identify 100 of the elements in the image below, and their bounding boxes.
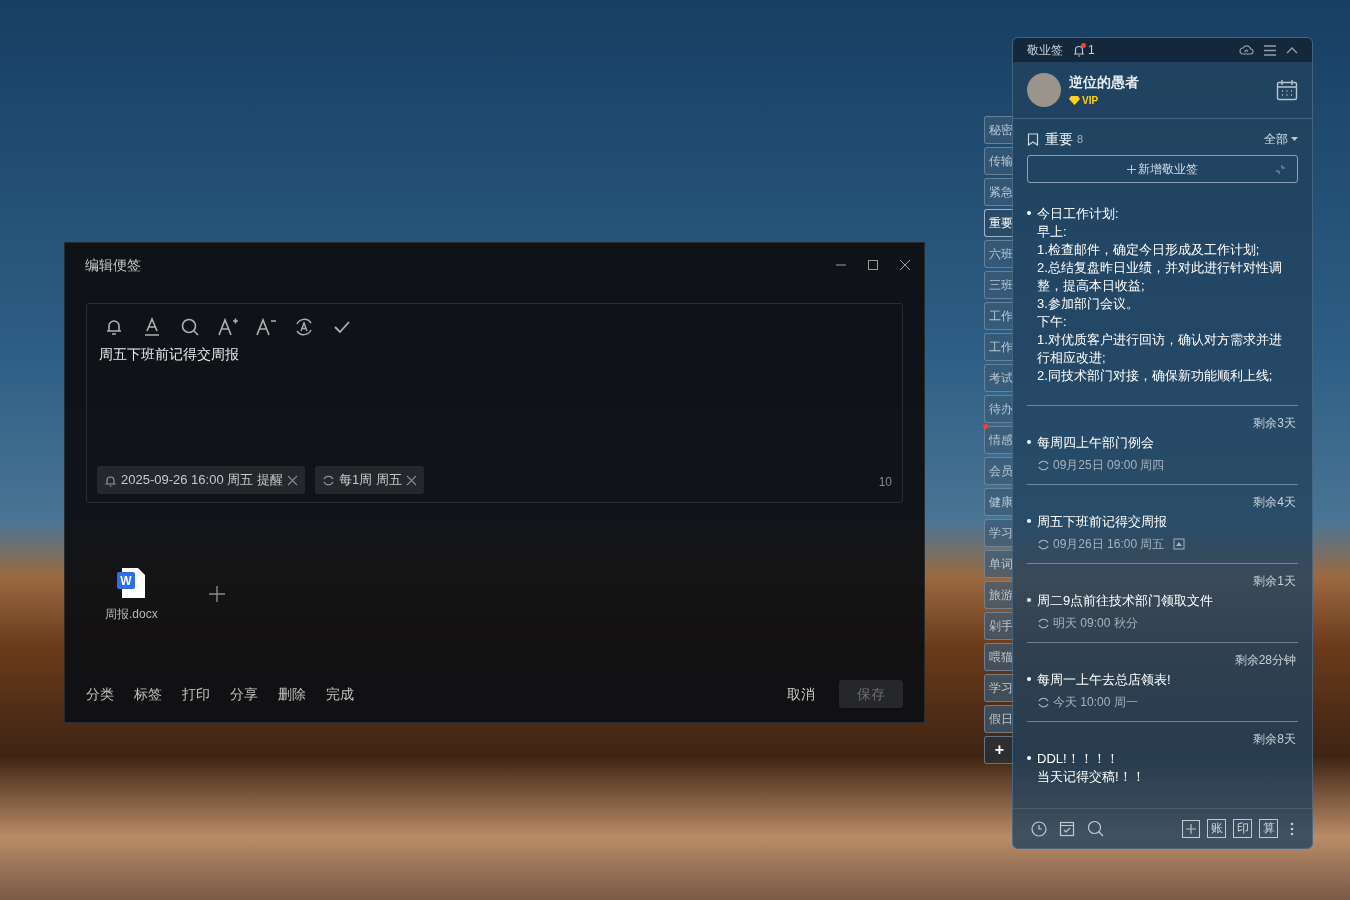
diamond-icon <box>1069 96 1080 105</box>
note-text[interactable]: 今日工作计划: <box>1037 205 1292 223</box>
category-tab[interactable]: 健康 <box>984 488 1014 516</box>
add-icon[interactable] <box>207 585 226 603</box>
avatar[interactable] <box>1027 73 1061 107</box>
category-tab[interactable]: 学习 <box>984 674 1014 702</box>
close-icon[interactable] <box>286 474 298 486</box>
repeat-icon <box>1037 695 1050 709</box>
category-tab[interactable]: 考试 <box>984 364 1014 392</box>
action-link[interactable]: 标签 <box>134 683 162 705</box>
note-text[interactable]: 2.总结复盘昨日业绩，并对此进行针对性调整，提高本日收益; <box>1037 259 1292 295</box>
note-text[interactable]: 周二9点前往技术部门领取文件 <box>1037 592 1214 610</box>
note-text[interactable]: 2.同技术部门对接，确保新功能顺利上线; <box>1037 367 1292 385</box>
close-icon[interactable] <box>405 474 417 486</box>
repeat-icon <box>321 473 335 487</box>
reminder-time: 09月25日 09:00 周四 <box>1053 457 1165 474</box>
add-icon[interactable] <box>1182 819 1200 838</box>
collapse-icon[interactable] <box>1286 46 1298 54</box>
calendar-icon[interactable] <box>1276 79 1298 101</box>
add-note-button[interactable]: 新增敬业签 <box>1027 155 1298 183</box>
character-count: 10 <box>878 474 892 491</box>
clock-icon[interactable] <box>1031 820 1047 837</box>
note-text[interactable]: 每周一上午去总店领表! <box>1037 671 1171 689</box>
category-tab[interactable]: 秘密 <box>984 116 1014 144</box>
window-title: 编辑便签 <box>85 255 141 275</box>
menu-icon[interactable] <box>1264 44 1276 56</box>
category-tab[interactable]: 工作 <box>984 333 1014 361</box>
note-text[interactable]: 1.对优质客户进行回访，确认对方需求并进行相应改进; <box>1037 331 1292 367</box>
bell-icon[interactable] <box>1073 43 1085 57</box>
search-icon[interactable] <box>1087 820 1104 837</box>
file-name: 周报.docx <box>105 606 158 623</box>
reminder-tag[interactable]: 2025-09-26 16:00 周五 提醒 <box>97 466 305 494</box>
category-tab[interactable]: 待办 <box>984 395 1014 423</box>
tool-button[interactable]: 算 <box>1259 819 1278 838</box>
action-link[interactable]: 分享 <box>230 683 258 705</box>
bullet-icon <box>1027 756 1031 760</box>
vip-label: VIP <box>1082 94 1099 108</box>
note-text[interactable]: DDL!！！！！ <box>1037 750 1145 768</box>
category-tab[interactable]: 三班 <box>984 271 1014 299</box>
category-tab[interactable]: 会员 <box>984 457 1014 485</box>
category-tab[interactable]: 情感 <box>984 426 1014 454</box>
bullet-icon <box>1027 677 1031 681</box>
repeat-icon <box>1037 616 1050 630</box>
maximize-icon[interactable] <box>866 258 880 272</box>
bookmark-icon <box>1027 132 1039 146</box>
action-link[interactable]: 分类 <box>86 683 114 705</box>
plus-icon <box>1127 164 1136 174</box>
reminder-time: 今天 10:00 周一 <box>1053 694 1138 711</box>
category-tab[interactable]: 工作 <box>984 302 1014 330</box>
add-category-button[interactable]: + <box>984 736 1014 764</box>
note-text[interactable]: 每周四上午部门例会 <box>1037 434 1154 452</box>
category-tab[interactable]: 喂猫 <box>984 643 1014 671</box>
tool-button[interactable]: 印 <box>1233 819 1252 838</box>
app-name: 敬业签 <box>1027 42 1063 59</box>
category-tab[interactable]: 传输 <box>984 147 1014 175</box>
bell-icon <box>104 473 117 487</box>
user-name: 逆位的愚者 <box>1069 73 1139 92</box>
note-count: 8 <box>1077 131 1084 147</box>
note-text[interactable]: 3.参加部门会议。 <box>1037 295 1292 313</box>
bullet-icon <box>1027 211 1031 215</box>
remaining-time: 剩余3天 <box>1252 415 1297 430</box>
category-tab[interactable]: 剁手 <box>984 612 1014 640</box>
close-icon[interactable] <box>898 258 912 272</box>
category-tab[interactable]: 旅游 <box>984 581 1014 609</box>
font-increase-icon[interactable] <box>217 316 239 338</box>
note-text-field[interactable]: 周五下班前记得交周报 <box>99 344 890 466</box>
category-title: 重要 <box>1045 129 1073 149</box>
note-text[interactable]: 当天记得交稿!！！ <box>1037 768 1145 786</box>
remaining-time: 剩余28分钟 <box>1233 652 1297 667</box>
bullet-icon <box>1027 440 1031 444</box>
action-link[interactable]: 打印 <box>182 683 210 705</box>
category-tab[interactable]: 单词 <box>984 550 1014 578</box>
category-tab[interactable]: 重要 <box>984 209 1014 237</box>
bullet-icon <box>1027 598 1031 602</box>
bullet-icon <box>1027 519 1031 523</box>
action-link[interactable]: 完成 <box>326 683 354 705</box>
action-link[interactable]: 删除 <box>278 683 306 705</box>
note-text[interactable]: 下午: <box>1037 313 1292 331</box>
remaining-time: 剩余8天 <box>1252 731 1297 746</box>
reminder-time: 明天 09:00 秋分 <box>1053 615 1138 632</box>
note-text[interactable]: 1.检查邮件，确定今日形成及工作计划; <box>1037 241 1292 259</box>
tool-button[interactable]: 账 <box>1207 819 1226 838</box>
category-tab[interactable]: 假日 <box>984 705 1014 733</box>
checked-box-icon[interactable] <box>1059 820 1075 837</box>
search-icon[interactable] <box>179 316 201 338</box>
notification-count: 1 <box>1088 42 1095 59</box>
remaining-time: 剩余1天 <box>1252 573 1297 588</box>
reminder-time: 09月26日 16:00 周五 <box>1053 536 1165 553</box>
note-text[interactable]: 早上: <box>1037 223 1292 241</box>
cloud-icon[interactable] <box>1239 44 1254 56</box>
remaining-time: 剩余4天 <box>1252 494 1297 509</box>
more-icon[interactable] <box>1290 821 1294 836</box>
cancel-button[interactable]: 取消 <box>787 683 815 705</box>
repeat-tag[interactable]: 每1周 周五 <box>314 466 424 494</box>
note-text[interactable]: 周五下班前记得交周报 <box>1037 513 1167 531</box>
font-decrease-icon[interactable] <box>255 316 277 338</box>
category-tab[interactable]: 学习 <box>984 519 1014 547</box>
category-tab[interactable]: 紧急 <box>984 178 1014 206</box>
category-tab[interactable]: 六班 <box>984 240 1014 268</box>
filter-dropdown[interactable]: 全部 <box>1264 130 1298 148</box>
